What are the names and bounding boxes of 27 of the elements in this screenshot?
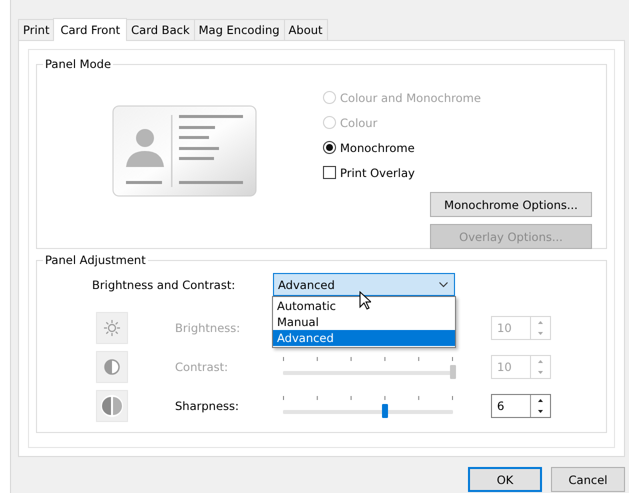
option-label: Colour — [340, 116, 378, 130]
option-label: Print Overlay — [340, 166, 415, 180]
tab[interactable]: Card Front — [53, 18, 128, 41]
slider-thumb[interactable] — [382, 404, 388, 418]
number-spinner[interactable]: 6 — [491, 394, 551, 418]
radio-button[interactable] — [323, 141, 336, 154]
setting-label: Sharpness: — [175, 399, 240, 413]
checkbox[interactable] — [323, 166, 336, 179]
group-title: Panel Mode — [44, 57, 112, 71]
dropdown-option[interactable]: Advanced — [273, 330, 455, 346]
tab[interactable]: Print — [18, 19, 54, 40]
option-label: Monochrome — [340, 140, 415, 154]
group-title: Panel Adjustment — [44, 253, 147, 267]
chevron-icon — [439, 282, 448, 288]
sun-icon — [103, 319, 121, 337]
dropdown-option[interactable]: Manual — [273, 314, 455, 330]
setting-label: Brightness: — [175, 321, 242, 335]
mode-dropdown[interactable]: Advanced — [273, 273, 455, 296]
setting-label: Contrast: — [175, 360, 230, 374]
dialog-button[interactable]: OK — [468, 467, 542, 492]
field-label: Brightness and Contrast: — [92, 278, 236, 292]
options-button[interactable]: Monochrome Options... — [430, 192, 592, 217]
contrast-icon — [103, 358, 121, 376]
tab[interactable]: About — [284, 19, 328, 40]
dropdown-option[interactable]: Automatic — [273, 298, 455, 314]
option-label: Colour and Monochrome — [340, 90, 481, 104]
dialog-button[interactable]: Cancel — [551, 467, 625, 492]
